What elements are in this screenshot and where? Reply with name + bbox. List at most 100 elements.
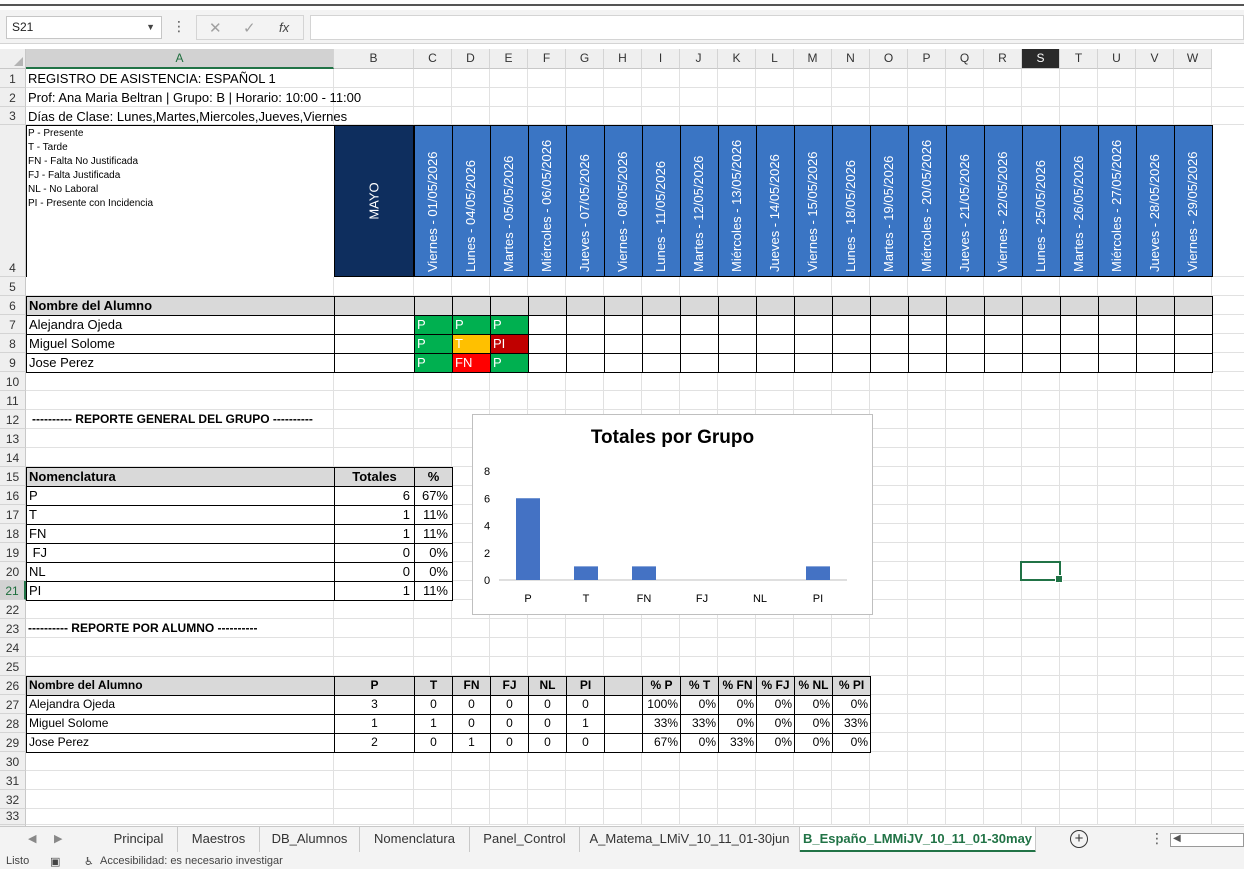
row-header-9[interactable]: 9 (0, 353, 26, 372)
row-header-23[interactable]: 23 (0, 619, 26, 638)
row-header-10[interactable]: 10 (0, 372, 26, 391)
student-report-header[interactable]: Nombre del Alumno (26, 676, 335, 696)
date-column-header-cell[interactable] (870, 296, 909, 316)
date-column-header-cell[interactable] (794, 296, 833, 316)
date-header[interactable]: Lunes - 25/05/2026 (1022, 125, 1061, 277)
group-report-cell[interactable]: 11% (414, 524, 453, 544)
macro-record-icon[interactable]: ▣ (50, 855, 60, 868)
student-report-header[interactable]: % FN (718, 676, 757, 696)
attendance-empty-cell[interactable] (1022, 334, 1061, 354)
attendance-empty-cell[interactable] (566, 315, 605, 335)
column-header-c[interactable]: C (414, 49, 452, 69)
column-header-e[interactable]: E (490, 49, 528, 69)
row-header-16[interactable]: 16 (0, 486, 26, 505)
attendance-empty-cell[interactable] (908, 315, 947, 335)
student-report-cell[interactable]: 33% (680, 714, 719, 734)
group-report-cell[interactable]: 6 (334, 486, 415, 506)
attendance-empty-cell[interactable] (1060, 353, 1099, 373)
attendance-empty-cell[interactable] (1060, 334, 1099, 354)
date-column-header-cell[interactable] (642, 296, 681, 316)
student-report-cell[interactable]: 67% (642, 733, 681, 753)
group-report-header[interactable]: Totales (334, 467, 415, 487)
date-column-header-cell[interactable] (756, 296, 795, 316)
column-header-j[interactable]: J (680, 49, 718, 69)
group-report-cell[interactable]: P (26, 486, 335, 506)
horizontal-scrollbar[interactable]: ◀ (1170, 833, 1244, 847)
attendance-empty-cell[interactable] (870, 334, 909, 354)
sheet-tab[interactable]: B_Españo_LMMiJV_10_11_01-30may (800, 827, 1036, 853)
date-column-header-cell[interactable] (832, 296, 871, 316)
add-sheet-icon[interactable]: + (1070, 830, 1088, 848)
date-column-header-cell[interactable] (946, 296, 985, 316)
column-header-g[interactable]: G (566, 49, 604, 69)
attendance-mark[interactable]: P (414, 353, 453, 373)
totals-chart[interactable]: Totales por Grupo 0 2 4 6 8 P T FN FJ NL PI (472, 414, 873, 615)
column-header-b[interactable]: B (334, 49, 414, 69)
row-header-8[interactable]: 8 (0, 334, 26, 353)
date-header[interactable]: Miércoles - 06/05/2026 (528, 125, 567, 277)
row-header-28[interactable]: 28 (0, 714, 26, 733)
row-header-7[interactable]: 7 (0, 315, 26, 334)
scroll-tabs-left-icon[interactable]: ◀ (28, 832, 36, 845)
attendance-empty-cell[interactable] (528, 315, 567, 335)
attendance-empty-cell[interactable] (1174, 353, 1213, 373)
date-header[interactable]: Lunes - 04/05/2026 (452, 125, 491, 277)
group-report-cell[interactable]: 0% (414, 543, 453, 563)
date-header[interactable]: Jueves - 21/05/2026 (946, 125, 985, 277)
student-report-cell[interactable]: 0% (794, 714, 833, 734)
attendance-empty-cell[interactable] (1174, 315, 1213, 335)
student-report-cell[interactable] (604, 695, 643, 715)
group-report-header[interactable]: Nomenclatura (26, 467, 335, 487)
group-report-cell[interactable]: T (26, 505, 335, 525)
group-report-cell[interactable]: 67% (414, 486, 453, 506)
student-month-cell[interactable] (334, 353, 415, 373)
date-header[interactable]: Martes - 12/05/2026 (680, 125, 719, 277)
class-days[interactable]: Días de Clase: Lunes,Martes,Miercoles,Ju… (28, 108, 347, 126)
date-header[interactable]: Jueves - 07/05/2026 (566, 125, 605, 277)
date-header[interactable]: Lunes - 18/05/2026 (832, 125, 871, 277)
row-header-29[interactable]: 29 (0, 733, 26, 752)
chevron-down-icon[interactable]: ▼ (146, 17, 155, 38)
student-name[interactable]: Alejandra Ojeda (26, 315, 335, 335)
student-report-cell[interactable]: 0 (566, 695, 605, 715)
scroll-left-icon[interactable]: ◀ (1173, 833, 1181, 844)
student-report-cell[interactable]: 0% (794, 695, 833, 715)
row-header-14[interactable]: 14 (0, 448, 26, 467)
group-report-cell[interactable]: FJ (26, 543, 335, 563)
student-report-header[interactable]: FJ (490, 676, 529, 696)
attendance-mark[interactable]: P (490, 353, 529, 373)
student-report-cell[interactable]: 0% (680, 733, 719, 753)
attendance-empty-cell[interactable] (566, 334, 605, 354)
attendance-empty-cell[interactable] (870, 353, 909, 373)
student-report-title[interactable]: ---------- REPORTE POR ALUMNO ---------- (28, 619, 257, 637)
column-header-w[interactable]: W (1174, 49, 1212, 69)
student-report-header[interactable]: T (414, 676, 453, 696)
attendance-empty-cell[interactable] (984, 353, 1023, 373)
date-header[interactable]: Viernes - 22/05/2026 (984, 125, 1023, 277)
attendance-empty-cell[interactable] (946, 315, 985, 335)
column-header-s[interactable]: S (1022, 49, 1060, 69)
date-column-header-cell[interactable] (1060, 296, 1099, 316)
attendance-empty-cell[interactable] (1022, 315, 1061, 335)
student-report-header[interactable] (604, 676, 643, 696)
student-report-cell[interactable] (604, 733, 643, 753)
column-header-q[interactable]: Q (946, 49, 984, 69)
student-report-cell[interactable]: Alejandra Ojeda (26, 695, 335, 715)
student-name[interactable]: Miguel Solome (26, 334, 335, 354)
sheet-tab[interactable]: Panel_Control (470, 827, 580, 852)
row-header-26[interactable]: 26 (0, 676, 26, 695)
row-header-18[interactable]: 18 (0, 524, 26, 543)
row-header-15[interactable]: 15 (0, 467, 26, 486)
attendance-empty-cell[interactable] (680, 334, 719, 354)
column-header-o[interactable]: O (870, 49, 908, 69)
attendance-empty-cell[interactable] (870, 315, 909, 335)
scroll-tabs-right-icon[interactable]: ▶ (54, 832, 62, 845)
attendance-empty-cell[interactable] (794, 315, 833, 335)
attendance-empty-cell[interactable] (680, 315, 719, 335)
row-header-21[interactable]: 21 (0, 581, 26, 600)
student-report-cell[interactable]: 0 (414, 695, 453, 715)
student-month-cell[interactable] (334, 315, 415, 335)
sheet-tab[interactable]: A_Matema_LMiV_10_11_01-30jun (580, 827, 800, 852)
accessibility-icon[interactable]: ♿ (84, 855, 94, 868)
student-report-cell[interactable]: 0 (490, 714, 529, 734)
